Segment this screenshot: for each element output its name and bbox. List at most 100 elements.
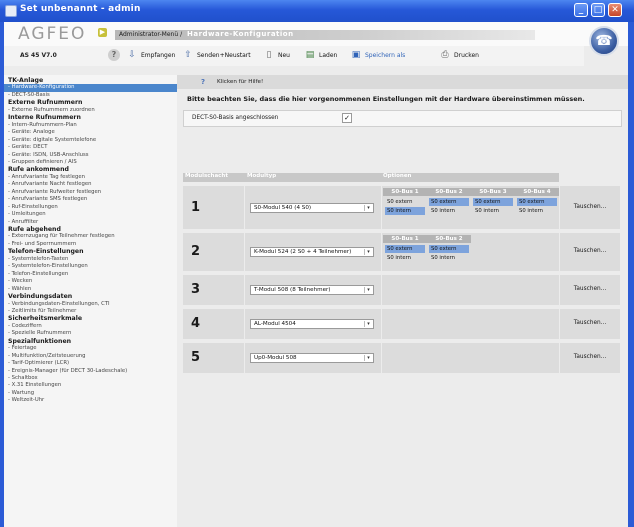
module-cell: AL-Modul 4504 ▾: [245, 309, 381, 339]
option-group: S0-Bus 1 S0 extern S0 intern: [383, 188, 427, 227]
option-radio[interactable]: S0 extern: [429, 198, 469, 206]
swap-cell: Tauschen...: [560, 233, 620, 271]
client-area: AGFEO ▶ Administrator-Menü / Hardware-Ko…: [4, 22, 628, 527]
option-group: S0-Bus 2 S0 extern S0 intern: [427, 188, 471, 227]
module-select-value: K-Modul 524 (2 S0 + 4 Teilnehmer): [254, 249, 352, 255]
dect-label: DECT-S0-Basis angeschlossen: [192, 115, 279, 121]
send-restart-label: Senden+Neustart: [197, 52, 251, 59]
minimize-button[interactable]: _: [574, 3, 588, 17]
application-window: Set unbenannt - admin _ □ ✕ AGFEO ▶ Admi…: [0, 0, 634, 527]
option-bus-header: S0-Bus 2: [427, 188, 471, 196]
module-select[interactable]: K-Modul 524 (2 S0 + 4 Teilnehmer) ▾: [250, 247, 374, 257]
module-cell: K-Modul 524 (2 S0 + 4 Teilnehmer) ▾: [245, 233, 381, 271]
sidebar-nav: TK-Anlage - Hardware-Konfiguration - DECT-…: [4, 75, 177, 527]
option-radio[interactable]: S0 extern: [385, 198, 425, 206]
module-select[interactable]: T-Modul 508 (8 Teilnehmer) ▾: [250, 285, 374, 295]
breadcrumb-admin-menu[interactable]: Administrator-Menü /: [119, 31, 182, 38]
print-icon: ⎙: [441, 50, 449, 60]
agfeo-emblem-icon: ☎: [589, 26, 619, 56]
slot-number: 3: [191, 282, 201, 297]
module-cell: T-Modul 508 (8 Teilnehmer) ▾: [245, 275, 381, 305]
header-slot: Modulschacht: [183, 173, 245, 182]
option-radio[interactable]: S0 intern: [429, 254, 469, 262]
option-radio[interactable]: S0 intern: [385, 207, 425, 215]
receive-icon: ⇩: [128, 50, 136, 60]
option-bus-header: S0-Bus 1: [383, 188, 427, 196]
app-icon: [5, 5, 17, 17]
close-icon: ✕: [611, 5, 619, 15]
help-question-icon: ?: [201, 78, 206, 86]
option-group: S0-Bus 2 S0 extern S0 intern: [427, 235, 471, 269]
module-row: 5 Up0-Modul 508 ▾ Tauschen...: [183, 343, 620, 373]
title-bar[interactable]: Set unbenannt - admin _ □ ✕: [0, 0, 634, 22]
option-radio[interactable]: S0 extern: [429, 245, 469, 253]
swap-button[interactable]: Tauschen...: [560, 320, 620, 326]
toolbar: AS 45 V7.0 ? ⇩ Empfangen ⇧ Senden+Neusta…: [4, 46, 584, 66]
slot-number: 1: [191, 199, 201, 215]
swap-button[interactable]: Tauschen...: [560, 248, 620, 254]
slot-number: 2: [191, 244, 201, 259]
maximize-icon: □: [593, 5, 603, 15]
slot-cell: 2: [183, 233, 244, 271]
save-as-icon: ▣: [351, 50, 361, 60]
slot-cell: 3: [183, 275, 244, 305]
app-header: AGFEO ▶ Administrator-Menü / Hardware-Ko…: [4, 22, 628, 56]
receive-label: Empfangen: [141, 52, 176, 59]
chevron-down-icon: ▾: [364, 249, 372, 255]
option-radio[interactable]: S0 extern: [517, 198, 557, 206]
main-panel: ? Klicken für Hilfe! Bitte beachten Sie,…: [177, 75, 628, 527]
module-select[interactable]: AL-Modul 4504 ▾: [250, 319, 374, 329]
help-link[interactable]: Klicken für Hilfe!: [217, 79, 263, 85]
module-row: 1 S0-Modul 540 (4 S0) ▾ S0-Bus 1 S0 extern S0…: [183, 186, 620, 229]
option-bus-header: S0-Bus 4: [515, 188, 559, 196]
new-label: Neu: [278, 52, 290, 59]
breadcrumb-arrow-icon: ▶: [98, 28, 107, 37]
close-button[interactable]: ✕: [608, 3, 622, 17]
maximize-button[interactable]: □: [591, 3, 605, 17]
swap-button[interactable]: Tauschen...: [560, 354, 620, 360]
option-radio[interactable]: S0 extern: [473, 198, 513, 206]
option-radio[interactable]: S0 intern: [429, 207, 469, 215]
option-bus-header: S0-Bus 2: [427, 235, 471, 243]
options-cell: S0-Bus 1 S0 extern S0 intern S0-Bus 2 S0 ext…: [382, 186, 559, 229]
module-cell: S0-Modul 540 (4 S0) ▾: [245, 186, 381, 229]
table-header: Modulschacht Modultyp Optionen: [183, 173, 620, 182]
module-select-value: T-Modul 508 (8 Teilnehmer): [254, 287, 331, 293]
option-radio[interactable]: S0 intern: [385, 254, 425, 262]
options-cell: [382, 275, 559, 305]
header-options: Optionen: [381, 173, 559, 182]
module-select-value: Up0-Modul 508: [254, 355, 297, 361]
new-document-icon: ▯: [266, 50, 272, 60]
print-label: Drucken: [454, 52, 479, 59]
swap-button[interactable]: Tauschen...: [560, 286, 620, 292]
option-radio[interactable]: S0 extern: [385, 245, 425, 253]
module-select[interactable]: Up0-Modul 508 ▾: [250, 353, 374, 363]
option-radio[interactable]: S0 intern: [517, 207, 557, 215]
swap-cell: Tauschen...: [560, 309, 620, 339]
module-cell: Up0-Modul 508 ▾: [245, 343, 381, 373]
module-select[interactable]: S0-Modul 540 (4 S0) ▾: [250, 202, 374, 213]
window-title: Set unbenannt - admin: [20, 4, 141, 14]
slot-number: 4: [191, 316, 201, 331]
save-as-label: Speichern als: [365, 52, 406, 59]
swap-button[interactable]: Tauschen...: [560, 204, 620, 210]
options-cell: [382, 309, 559, 339]
chevron-down-icon: ▾: [364, 321, 372, 327]
swap-cell: Tauschen...: [560, 343, 620, 373]
slot-cell: 4: [183, 309, 244, 339]
sidebar-item[interactable]: - Weltzeit-Uhr: [4, 397, 177, 405]
swap-cell: Tauschen...: [560, 186, 620, 229]
slot-number: 5: [191, 350, 201, 365]
minimize-icon: _: [578, 5, 584, 15]
slot-cell: 5: [183, 343, 244, 373]
option-group: S0-Bus 1 S0 extern S0 intern: [383, 235, 427, 269]
help-icon[interactable]: ?: [108, 49, 120, 61]
chevron-down-icon: ▾: [364, 355, 372, 361]
chevron-down-icon: ▾: [364, 204, 372, 211]
module-row: 4 AL-Modul 4504 ▾ Tauschen...: [183, 309, 620, 339]
module-select-value: S0-Modul 540 (4 S0): [254, 204, 312, 211]
option-radio[interactable]: S0 intern: [473, 207, 513, 215]
help-bar[interactable]: ? Klicken für Hilfe!: [177, 75, 628, 89]
send-restart-icon: ⇧: [184, 50, 192, 60]
dect-checkbox[interactable]: ✓: [342, 113, 352, 123]
